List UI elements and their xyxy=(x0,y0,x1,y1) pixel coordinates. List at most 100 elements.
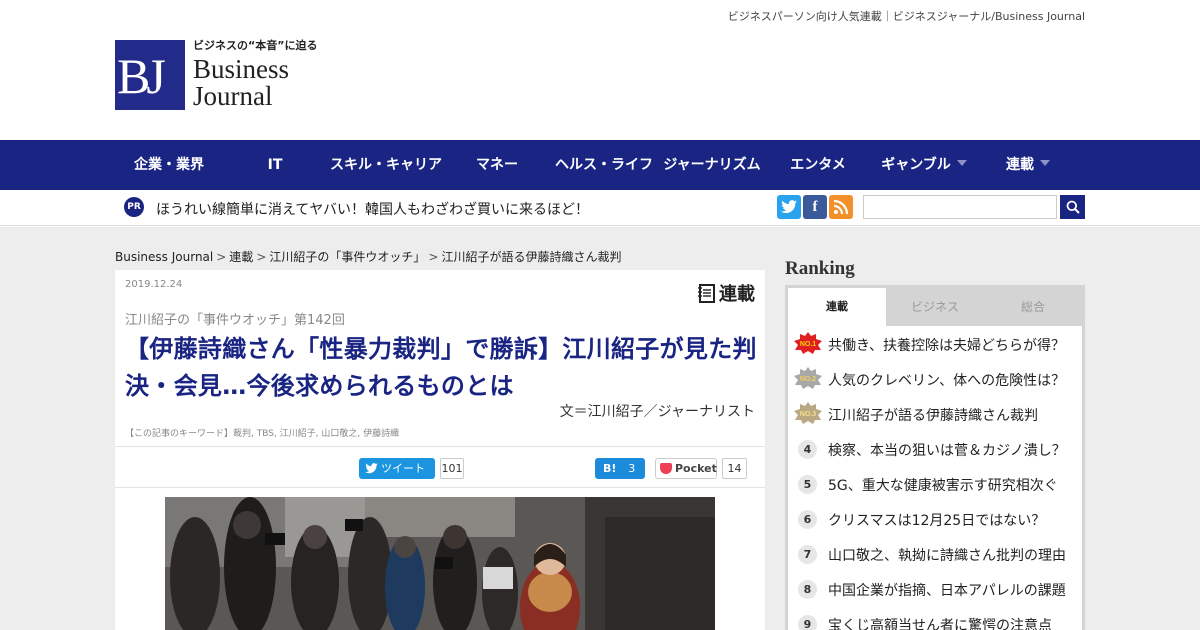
nav-item-it[interactable]: IT xyxy=(225,140,325,190)
ranking-panel: 連載 ビジネス 総合 NO.1 共働き、扶養控除は夫婦どちらが得？ NO.2 人… xyxy=(785,285,1085,630)
pr-link[interactable]: ほうれい線簡単に消えてヤバい！韓国人もわざわざ買いに来るほど！ xyxy=(156,199,589,219)
logo-line-1: Business xyxy=(193,54,290,84)
pocket-count: 14 xyxy=(722,458,747,479)
logo-line-2: Journal xyxy=(193,81,273,111)
rank-badge-bronze: NO.3 xyxy=(794,402,822,424)
rss-icon[interactable] xyxy=(829,195,853,219)
search-input[interactable] xyxy=(863,195,1057,219)
article-card: 2019.12.24 連載 江川紹子の「事件ウオッチ」第142回 【伊藤詩織さん… xyxy=(115,270,765,630)
hatena-bookmark-button[interactable]: B! 3 xyxy=(595,458,645,479)
nav-item-rensai[interactable]: 連載 xyxy=(995,140,1061,190)
chevron-down-icon xyxy=(956,160,967,166)
rank-badge-gold: NO.1 xyxy=(794,332,822,354)
tweet-count: 101 xyxy=(440,458,464,479)
rank-number: 7 xyxy=(798,545,817,564)
ranking-item-3[interactable]: NO.3 江川紹子が語る伊藤詩織さん裁判 xyxy=(788,396,1082,431)
pocket-button[interactable]: Pocket xyxy=(655,458,717,479)
rank-number: 9 xyxy=(798,615,817,630)
pr-bar: PR ほうれい線簡単に消えてヤバい！韓国人もわざわざ買いに来るほど！ f xyxy=(0,190,1200,226)
breadcrumb-current: 江川紹子が語る伊藤詩織さん裁判 xyxy=(441,250,622,264)
rank-number: 8 xyxy=(798,580,817,599)
nav-item-industry[interactable]: 企業・業界 xyxy=(115,140,223,190)
nav-item-journalism[interactable]: ジャーナリズム xyxy=(660,140,764,190)
ranking-list: NO.1 共働き、扶養控除は夫婦どちらが得？ NO.2 人気のクレベリン、体への… xyxy=(788,326,1082,630)
ranking-item-4[interactable]: 4 検察、本当の狙いは菅＆カジノ潰し？ xyxy=(788,431,1082,466)
ranking-item-7[interactable]: 7 山口敬之、執拗に詩織さん批判の理由 xyxy=(788,536,1082,571)
nav-item-health-life[interactable]: ヘルス・ライフ xyxy=(553,140,655,190)
divider xyxy=(115,487,765,488)
chevron-down-icon xyxy=(1040,160,1050,166)
ranking-item-2[interactable]: NO.2 人気のクレベリン、体への危険性は？ xyxy=(788,361,1082,396)
press-photo-image xyxy=(165,497,715,630)
article-keywords[interactable]: 【この記事のキーワード】裁判, TBS, 江川紹子, 山口敬之, 伊藤詩織 xyxy=(125,426,399,439)
search-button[interactable] xyxy=(1060,195,1085,219)
ranking-tab-business[interactable]: ビジネス xyxy=(886,288,984,326)
breadcrumb: Business Journal > 連載 > 江川紹子の「事件ウオッチ」 > 江川紹子が語… xyxy=(115,250,622,264)
ranking-item-6[interactable]: 6 クリスマスは12月25日ではない？ xyxy=(788,501,1082,536)
ranking-item-text: 5G、重大な健康被害示す研究相次ぐ xyxy=(828,478,1058,494)
logo-subtitle: ビジネスの“本音”に迫る xyxy=(193,39,318,52)
twitter-icon xyxy=(365,463,378,474)
nav-label: ヘルス・ライフ xyxy=(555,157,653,173)
nav-item-entertainment[interactable]: エンタメ xyxy=(780,140,856,190)
nav-label: マネー xyxy=(476,157,518,173)
nav-item-skill-career[interactable]: スキル・キャリア xyxy=(328,140,444,190)
site-tagline[interactable]: ビジネスパーソン向け人気連載｜ビジネスジャーナル/Business Journa… xyxy=(728,8,1085,24)
nav-label: IT xyxy=(267,157,283,173)
notebook-icon xyxy=(698,284,715,303)
nav-label: 連載 xyxy=(1006,157,1034,173)
breadcrumb-rensai[interactable]: 連載 xyxy=(229,250,253,264)
svg-text:NO.1: NO.1 xyxy=(800,341,816,348)
divider xyxy=(115,446,765,447)
article-category-label: 連載 xyxy=(719,284,755,305)
logo-mark: BJ xyxy=(115,40,185,110)
ranking-item-text: 江川紹子が語る伊藤詩織さん裁判 xyxy=(828,408,1038,424)
ranking-tab-rensai[interactable]: 連載 xyxy=(788,288,886,326)
ranking-item-text: 共働き、扶養控除は夫婦どちらが得？ xyxy=(828,338,1066,354)
article-photo xyxy=(165,497,715,630)
nav-item-money[interactable]: マネー xyxy=(454,140,540,190)
nav-label: ジャーナリズム xyxy=(663,157,761,173)
nav-item-gamble[interactable]: ギャンブル xyxy=(872,140,976,190)
ranking-item-text: 宝くじ高額当せん者に驚愕の注意点 xyxy=(828,618,1052,630)
nav-label: ギャンブル xyxy=(881,157,951,173)
ranking-item-text: 検察、本当の狙いは菅＆カジノ潰し？ xyxy=(828,443,1066,459)
breadcrumb-home[interactable]: Business Journal xyxy=(115,250,213,264)
main-nav: 企業・業界 IT スキル・キャリア マネー ヘルス・ライフ ジャーナリズム エン… xyxy=(0,140,1200,190)
nav-label: スキル・キャリア xyxy=(330,157,442,173)
breadcrumb-series[interactable]: 江川紹子の「事件ウオッチ」 xyxy=(269,250,425,264)
svg-text:NO.3: NO.3 xyxy=(800,411,816,418)
rank-number: 4 xyxy=(798,440,817,459)
ranking-item-1[interactable]: NO.1 共働き、扶養控除は夫婦どちらが得？ xyxy=(788,326,1082,361)
site-logo[interactable]: BJ ビジネスの“本音”に迫る Business Journal xyxy=(115,38,317,118)
rank-number: 6 xyxy=(798,510,817,529)
ranking-item-9[interactable]: 9 宝くじ高額当せん者に驚愕の注意点 xyxy=(788,606,1082,630)
facebook-icon[interactable]: f xyxy=(803,195,827,219)
article-date: 2019.12.24 xyxy=(125,279,183,290)
rank-badge-silver: NO.2 xyxy=(794,367,822,389)
pr-badge: PR xyxy=(124,197,144,217)
search-icon xyxy=(1066,200,1080,214)
ranking-item-5[interactable]: 5 5G、重大な健康被害示す研究相次ぐ xyxy=(788,466,1082,501)
rank-number: 5 xyxy=(798,475,817,494)
logo-mark-text: BJ xyxy=(117,48,166,104)
ranking-item-8[interactable]: 8 中国企業が指摘、日本アパレルの課題 xyxy=(788,571,1082,606)
ranking-item-text: 中国企業が指摘、日本アパレルの課題 xyxy=(828,583,1066,599)
article-series[interactable]: 江川紹子の「事件ウオッチ」第142回 xyxy=(125,309,345,328)
nav-label: 企業・業界 xyxy=(134,157,204,173)
pocket-label: Pocket xyxy=(675,462,717,475)
svg-text:NO.2: NO.2 xyxy=(800,376,816,383)
article-category-badge[interactable]: 連載 xyxy=(698,280,755,306)
hatena-count: 3 xyxy=(628,462,636,475)
ranking-item-text: クリスマスは12月25日ではない？ xyxy=(828,513,1046,529)
ranking-item-text: 人気のクレベリン、体への危険性は？ xyxy=(828,373,1066,389)
hatena-icon: B! xyxy=(603,462,617,475)
tweet-button[interactable]: ツイート xyxy=(359,458,435,479)
article-author: 文＝江川紹子／ジャーナリスト xyxy=(559,404,755,420)
twitter-icon[interactable] xyxy=(777,195,801,219)
site-header: ビジネスパーソン向け人気連載｜ビジネスジャーナル/Business Journa… xyxy=(0,0,1200,140)
article-title: 【伊藤詩織さん「性暴力裁判」で勝訴】江川紹子が見た判決・会見…今後求められるもの… xyxy=(125,335,757,400)
ranking-tab-overall[interactable]: 総合 xyxy=(984,288,1082,326)
ranking-title: Ranking xyxy=(785,258,855,279)
nav-label: エンタメ xyxy=(790,157,846,173)
